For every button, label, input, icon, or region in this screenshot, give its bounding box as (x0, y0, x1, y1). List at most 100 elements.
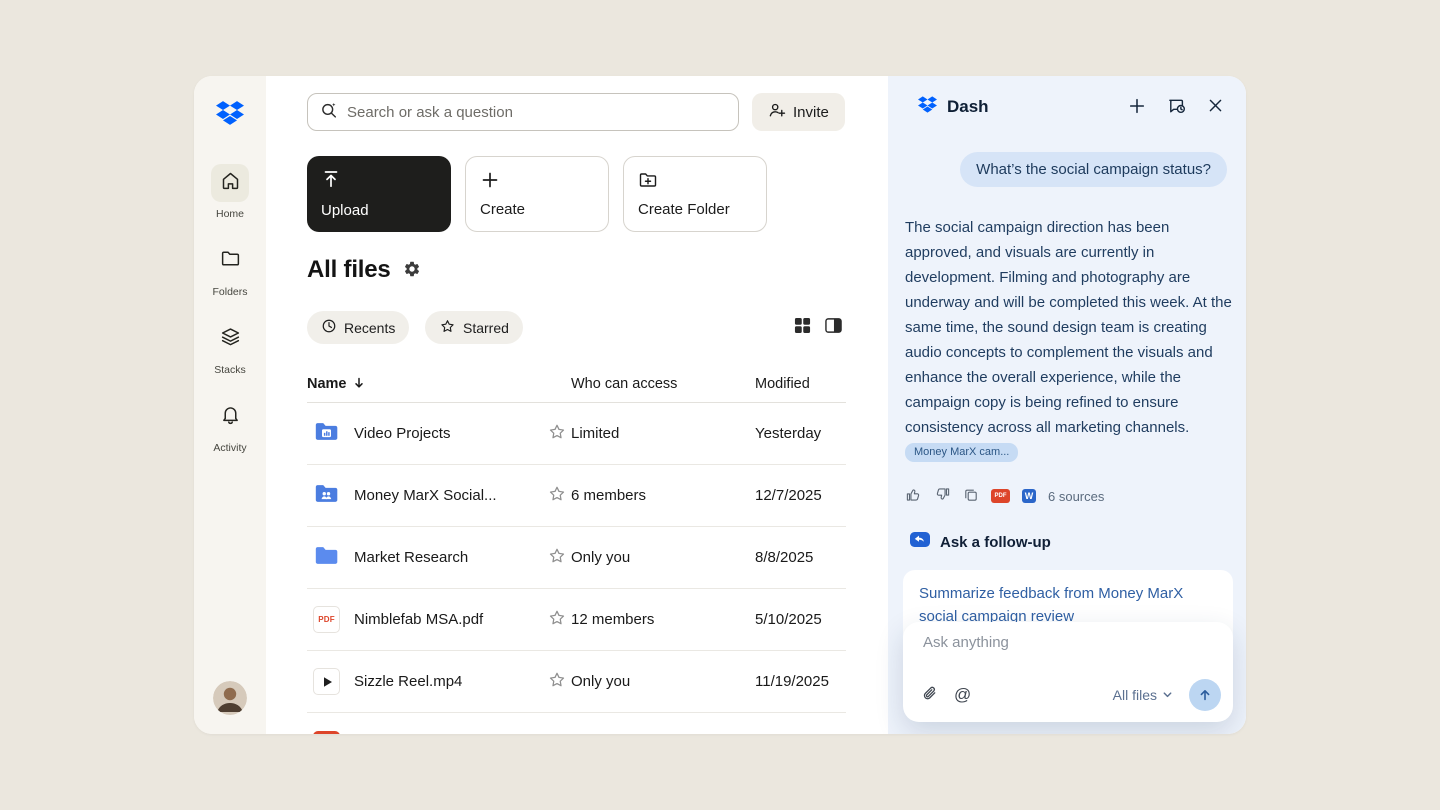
plus-icon (480, 170, 500, 194)
folder-icon (313, 542, 340, 573)
stacks-icon (220, 326, 241, 352)
mention-button[interactable]: @ (954, 685, 971, 705)
ask-followup[interactable]: Ask a follow-up (910, 532, 1051, 553)
pdf-file-icon: PDF (313, 606, 340, 633)
copy-icon (963, 487, 979, 506)
grid-view-icon (794, 317, 811, 337)
file-modified: 5/10/2025 (755, 611, 846, 628)
star-outline-icon (547, 670, 567, 694)
file-access: Limited (571, 425, 755, 442)
filter-recents[interactable]: Recents (307, 311, 409, 344)
file-access: Only you (571, 673, 755, 690)
search-icon (320, 101, 338, 124)
send-button[interactable] (1189, 679, 1221, 711)
file-access: Only you (571, 549, 755, 566)
sidebar-item-home[interactable]: Home (194, 164, 266, 220)
row-star-button[interactable] (543, 422, 571, 446)
sidebar: Home Folders Stacks Activity (194, 76, 266, 734)
create-button[interactable]: Create (465, 156, 609, 232)
table-header: Name Who can access Modified (307, 366, 846, 403)
create-folder-button[interactable]: Create Folder (623, 156, 767, 232)
file-name: Sizzle Reel.mp4 (354, 673, 462, 690)
source-word-badge: W (1022, 489, 1036, 503)
file-modified: 11/19/2025 (755, 673, 846, 690)
table-row[interactable]: PDF Nimblefab MSA.pdf 12 members 5/10/20… (307, 589, 846, 651)
star-outline-icon (547, 546, 567, 570)
side-panel-icon (825, 317, 842, 337)
sources-count[interactable]: 6 sources (1048, 489, 1104, 504)
thumbs-up-button[interactable] (905, 486, 922, 506)
close-icon (1207, 97, 1224, 117)
dropbox-logo[interactable] (194, 99, 266, 132)
upload-button[interactable]: Upload (307, 156, 451, 232)
dash-header: Dash (888, 76, 1246, 138)
invite-button[interactable]: Invite (752, 93, 845, 131)
row-star-button[interactable] (543, 484, 571, 508)
column-name-sort[interactable]: Name (307, 376, 543, 393)
thumbs-down-button[interactable] (934, 486, 951, 506)
dropbox-logo-icon (216, 99, 244, 127)
table-row[interactable]: Sizzle Reel.mp4 Only you 11/19/2025 (307, 651, 846, 713)
star-outline-icon (547, 484, 567, 508)
filter-label: Starred (463, 320, 509, 336)
table-row[interactable]: Video Projects Limited Yesterday (307, 403, 846, 465)
scope-label: All files (1113, 687, 1157, 703)
app-window: Home Folders Stacks Activity Invite (194, 76, 1246, 734)
file-access: 12 members (571, 611, 755, 628)
paperclip-icon (921, 685, 938, 705)
row-star-button[interactable] (543, 608, 571, 632)
dash-panel: Dash What’s the social campaign status? … (888, 76, 1246, 734)
search-bar[interactable] (307, 93, 739, 131)
clock-icon (321, 318, 337, 337)
avatar[interactable] (213, 681, 247, 715)
source-pdf-badge: PDF (991, 489, 1010, 503)
folder-shared-icon (313, 480, 340, 511)
response-feedback-row: PDF W 6 sources (905, 486, 1104, 506)
table-row-partial (307, 713, 846, 734)
chat-history-button[interactable] (1167, 96, 1186, 118)
star-outline-icon (547, 608, 567, 632)
sort-desc-icon (353, 376, 365, 393)
user-message-bubble: What’s the social campaign status? (960, 152, 1227, 187)
followup-label: Ask a follow-up (940, 534, 1051, 551)
table-row[interactable]: Money MarX Social... 6 members 12/7/2025 (307, 465, 846, 527)
file-name: Video Projects (354, 425, 450, 442)
create-label: Create (480, 201, 525, 218)
file-name: Money MarX Social... (354, 487, 497, 504)
table-row[interactable]: Market Research Only you 8/8/2025 (307, 527, 846, 589)
file-modified: 8/8/2025 (755, 549, 846, 566)
attach-button[interactable] (921, 685, 938, 705)
video-file-icon (313, 668, 340, 695)
sidebar-item-folders[interactable]: Folders (194, 242, 266, 298)
settings-button[interactable] (403, 260, 421, 281)
copy-button[interactable] (963, 487, 979, 506)
at-icon: @ (954, 685, 971, 705)
activity-icon (220, 404, 241, 430)
invite-label: Invite (793, 104, 829, 121)
side-panel-toggle-button[interactable] (825, 317, 842, 337)
thumbs-up-icon (905, 486, 922, 506)
page-title: All files (307, 256, 391, 284)
file-modified: 12/7/2025 (755, 487, 846, 504)
avatar-image (213, 681, 247, 715)
dash-logo-icon (918, 95, 937, 119)
file-name: Market Research (354, 549, 468, 566)
sidebar-item-activity[interactable]: Activity (194, 398, 266, 454)
source-chip[interactable]: Money MarX cam... (905, 443, 1018, 462)
filter-label: Recents (344, 320, 395, 336)
search-input[interactable] (347, 104, 726, 121)
sidebar-item-label: Stacks (194, 364, 266, 376)
grid-view-button[interactable] (794, 317, 811, 337)
close-dash-button[interactable] (1207, 97, 1224, 117)
new-chat-button[interactable] (1128, 97, 1146, 118)
plus-icon (1128, 97, 1146, 118)
row-star-button[interactable] (543, 546, 571, 570)
assistant-response: The social campaign direction has been a… (905, 215, 1233, 465)
row-star-button[interactable] (543, 670, 571, 694)
column-modified-label: Modified (755, 376, 846, 392)
ask-anything-input[interactable] (923, 634, 1213, 651)
chevron-down-icon (1162, 687, 1173, 703)
scope-selector[interactable]: All files (1113, 687, 1173, 703)
sidebar-item-stacks[interactable]: Stacks (194, 320, 266, 376)
filter-starred[interactable]: Starred (425, 311, 523, 344)
